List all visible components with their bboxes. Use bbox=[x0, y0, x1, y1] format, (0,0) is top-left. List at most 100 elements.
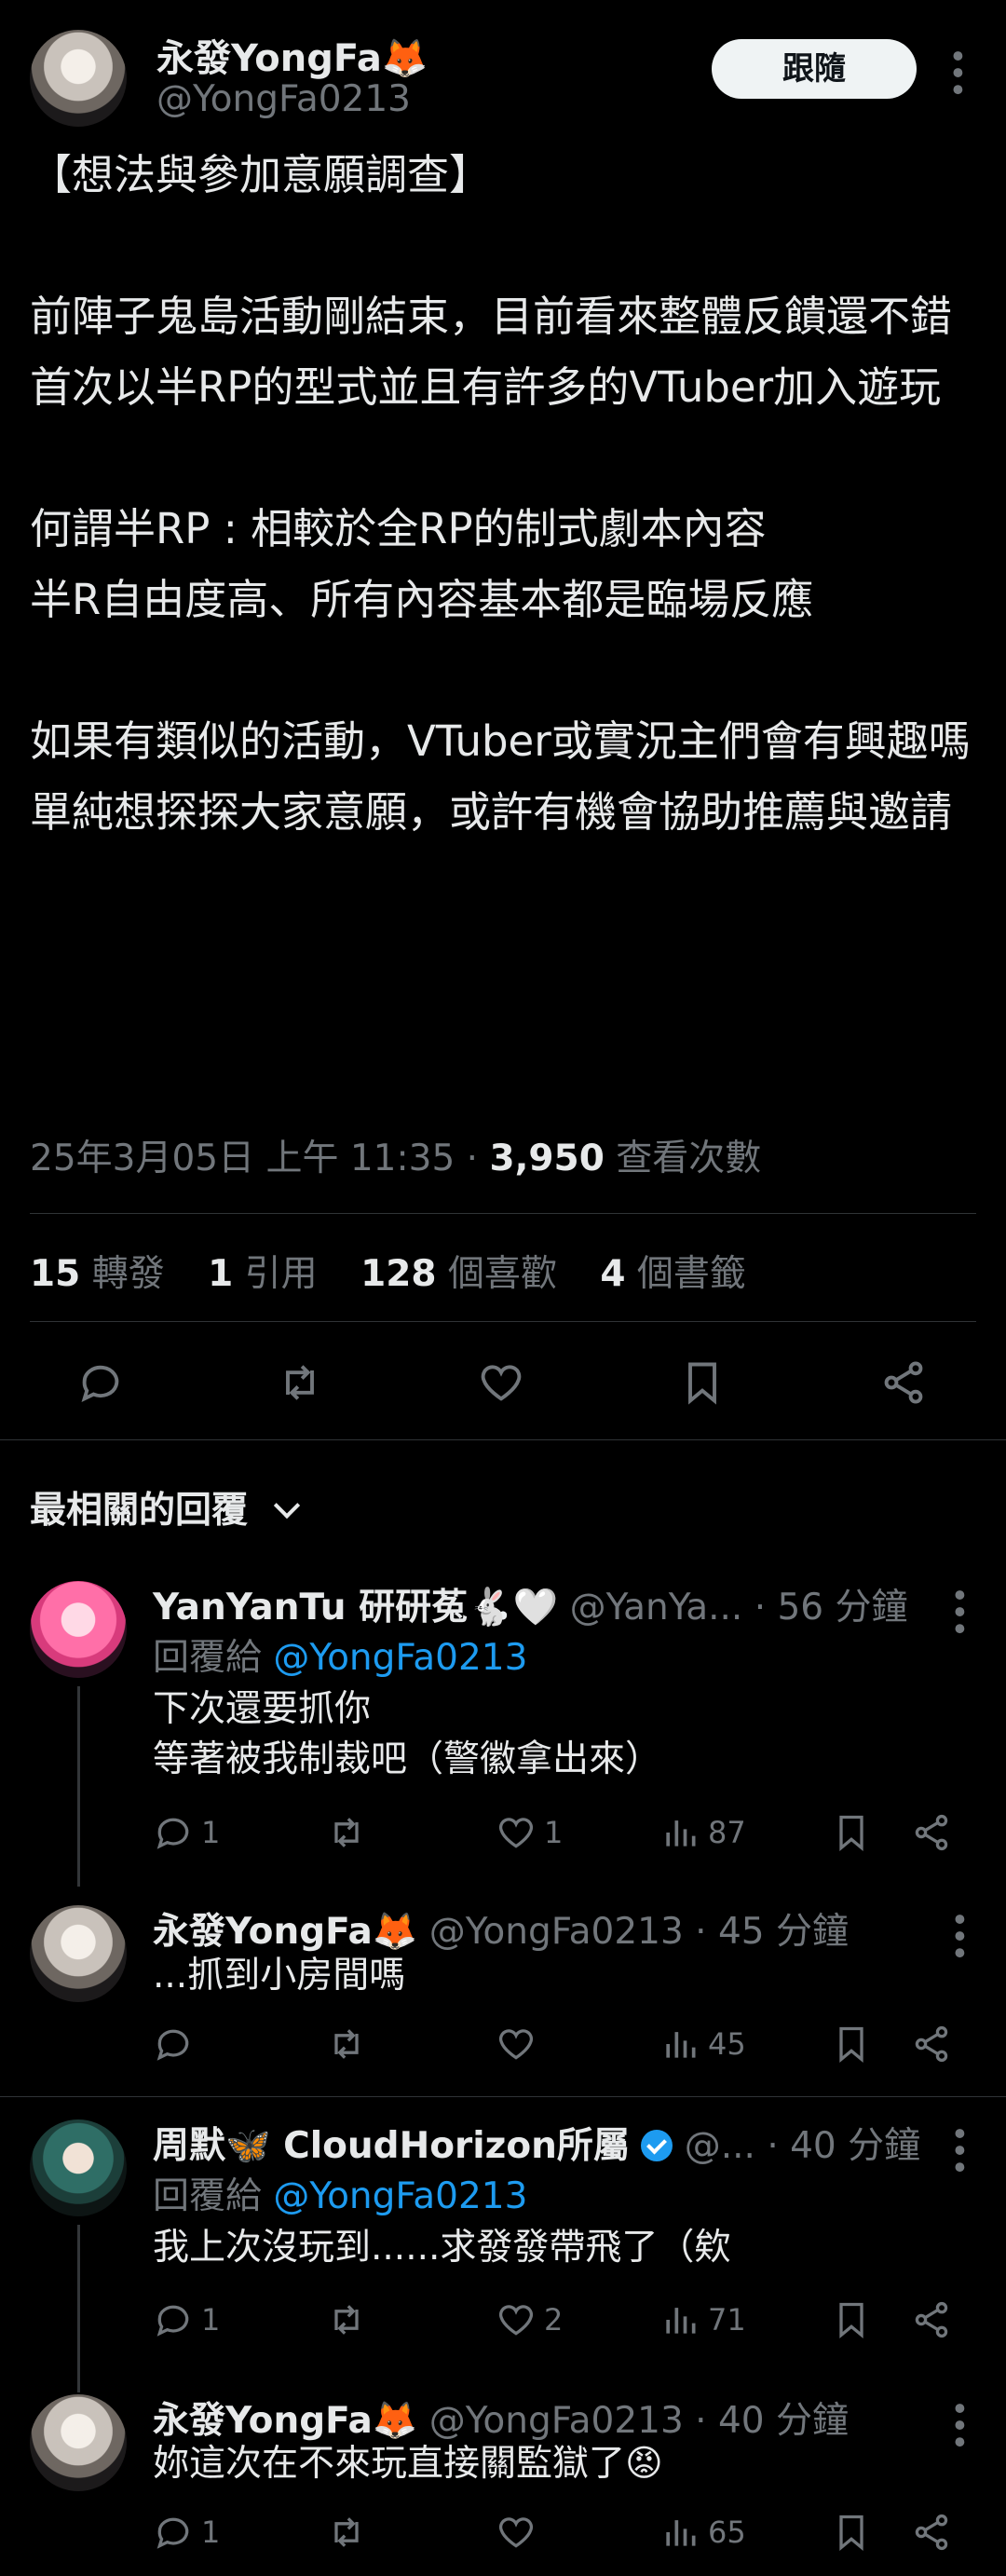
reply-count: 1 bbox=[201, 2515, 221, 2550]
reply-author-handle[interactable]: @YongFa0213 bbox=[429, 2400, 684, 2442]
bookmarks-stat[interactable]: 4 個書籤 bbox=[600, 1253, 746, 1295]
post-body: 【想法與參加意願調查】 前陣子鬼島活動剛結束，目前看來整體反饋還不錯 首次以半R… bbox=[30, 150, 971, 837]
share-button[interactable] bbox=[911, 2299, 952, 2340]
reply-icon bbox=[156, 2029, 189, 2061]
views-icon bbox=[666, 2308, 696, 2334]
retweets-count: 15 bbox=[30, 1253, 81, 1295]
view-count: 65 bbox=[708, 2515, 746, 2550]
thread-line bbox=[77, 2225, 80, 2392]
more-options-icon[interactable]: ••• bbox=[940, 1910, 977, 1960]
like-button[interactable]: 1 bbox=[496, 1812, 563, 1853]
chevron-down-icon bbox=[273, 1492, 300, 1520]
reply-to-handle[interactable]: @YongFa0213 bbox=[273, 1637, 527, 1679]
reply-author-name[interactable]: 永發YongFa🦊 bbox=[153, 1911, 417, 1953]
reply-author-handle[interactable]: @... bbox=[685, 2125, 755, 2167]
reply-header: 永發YongFa🦊 @YongFa0213 · 40 分鐘 bbox=[153, 2392, 849, 2444]
thread-line bbox=[77, 1686, 80, 1887]
reply-button[interactable]: 1 bbox=[153, 1812, 220, 1853]
like-button[interactable] bbox=[477, 1358, 525, 1407]
heart-icon bbox=[481, 1365, 522, 1401]
share-button[interactable] bbox=[879, 1358, 928, 1407]
reply-author-handle[interactable]: @YongFa0213 bbox=[429, 1911, 684, 1953]
reply-time[interactable]: · 56 分鐘 bbox=[754, 1587, 908, 1629]
more-options-icon[interactable]: ••• bbox=[940, 2399, 977, 2449]
more-options-icon[interactable]: ••• bbox=[938, 47, 975, 97]
reply-header: YanYanTu 研研菟🐇🤍 @YanYa... · 56 分鐘 bbox=[153, 1578, 908, 1630]
retweet-icon bbox=[334, 2517, 359, 2547]
reply-button[interactable]: 1 bbox=[153, 2512, 220, 2553]
bookmark-icon bbox=[688, 1362, 716, 1405]
reply-time[interactable]: · 45 分鐘 bbox=[695, 1911, 849, 1953]
share-icon bbox=[915, 2025, 948, 2063]
heart-icon bbox=[498, 2029, 534, 2060]
reply-author-name[interactable]: YanYanTu 研研菟🐇🤍 bbox=[153, 1587, 558, 1629]
views-icon bbox=[666, 2032, 696, 2058]
bookmarks-count: 4 bbox=[600, 1253, 626, 1295]
views-button[interactable]: 65 bbox=[659, 2512, 746, 2553]
reply-button[interactable] bbox=[76, 1358, 125, 1407]
reply-avatar[interactable] bbox=[30, 1581, 127, 1678]
quotes-count: 1 bbox=[208, 1253, 234, 1295]
reply-to-label: 回覆給 bbox=[153, 2175, 263, 2217]
bookmark-button[interactable] bbox=[831, 1812, 872, 1853]
reply-to-handle[interactable]: @YongFa0213 bbox=[273, 2175, 527, 2217]
bookmark-icon bbox=[839, 2302, 863, 2339]
like-button[interactable] bbox=[496, 2024, 544, 2065]
reply-author-handle[interactable]: @YanYa... bbox=[570, 1587, 743, 1629]
retweet-button[interactable] bbox=[326, 2024, 374, 2065]
more-options-icon[interactable]: ••• bbox=[940, 1586, 977, 1636]
share-button[interactable] bbox=[911, 2512, 952, 2553]
follow-button[interactable]: 跟隨 bbox=[712, 39, 917, 99]
view-count: 71 bbox=[708, 2302, 746, 2337]
bookmark-icon bbox=[839, 2026, 863, 2064]
views-button[interactable]: 71 bbox=[659, 2299, 746, 2340]
reply-text: 妳這次在不來玩直接關監獄了😡 bbox=[153, 2443, 663, 2485]
like-button[interactable] bbox=[496, 2512, 544, 2553]
retweet-button[interactable] bbox=[326, 1812, 374, 1853]
share-button[interactable] bbox=[911, 1812, 952, 1853]
divider bbox=[30, 1213, 976, 1214]
reply-avatar[interactable] bbox=[30, 2119, 127, 2216]
author-name[interactable]: 永發YongFa🦊 bbox=[156, 28, 428, 82]
retweet-button[interactable] bbox=[326, 2512, 374, 2553]
post-timestamp[interactable]: 25年3月05日 上午 11:35 bbox=[30, 1138, 455, 1179]
retweet-button[interactable] bbox=[276, 1358, 324, 1407]
bookmark-button[interactable] bbox=[831, 2024, 872, 2065]
divider bbox=[30, 1321, 976, 1322]
heart-icon bbox=[498, 2305, 534, 2336]
reply-icon bbox=[81, 1365, 119, 1403]
reply-time[interactable]: · 40 分鐘 bbox=[767, 2125, 920, 2167]
views-button[interactable]: 87 bbox=[659, 1812, 746, 1853]
bookmark-button[interactable] bbox=[831, 2512, 872, 2553]
reply-avatar[interactable] bbox=[30, 2394, 127, 2491]
bookmark-button[interactable] bbox=[678, 1358, 727, 1407]
views-button[interactable]: 45 bbox=[659, 2024, 746, 2065]
share-icon bbox=[884, 1361, 923, 1404]
reply-sort-dropdown[interactable]: 最相關的回覆 bbox=[30, 1481, 300, 1533]
author-avatar[interactable] bbox=[30, 30, 127, 127]
reply-sort-label: 最相關的回覆 bbox=[30, 1490, 249, 1532]
reply-button[interactable] bbox=[153, 2024, 201, 2065]
reply-button[interactable]: 1 bbox=[153, 2299, 220, 2340]
post-stats: 15 轉發 1 引用 128 個喜歡 4 個書籤 bbox=[30, 1245, 778, 1297]
retweet-icon bbox=[334, 2029, 359, 2059]
quotes-stat[interactable]: 1 引用 bbox=[208, 1253, 318, 1295]
reply-author-name[interactable]: 周默🦋 CloudHorizon所屬 bbox=[153, 2125, 630, 2167]
author-handle[interactable]: @YongFa0213 bbox=[156, 78, 411, 120]
bookmark-button[interactable] bbox=[831, 2299, 872, 2340]
share-button[interactable] bbox=[911, 2024, 952, 2065]
likes-stat[interactable]: 128 個喜歡 bbox=[360, 1253, 557, 1295]
reply-avatar[interactable] bbox=[30, 1905, 127, 2002]
post-meta: 25年3月05日 上午 11:35 · 3,950 查看次數 bbox=[30, 1138, 762, 1179]
retweets-stat[interactable]: 15 轉發 bbox=[30, 1253, 165, 1295]
reply-time[interactable]: · 40 分鐘 bbox=[695, 2400, 849, 2442]
share-icon bbox=[915, 2514, 948, 2551]
view-count: 87 bbox=[708, 1815, 746, 1850]
more-options-icon[interactable]: ••• bbox=[940, 2124, 977, 2174]
share-icon bbox=[915, 1814, 948, 1851]
like-button[interactable]: 2 bbox=[496, 2299, 563, 2340]
reply-header: 周默🦋 CloudHorizon所屬 @... · 40 分鐘 bbox=[153, 2117, 920, 2169]
reply-author-name[interactable]: 永發YongFa🦊 bbox=[153, 2400, 417, 2442]
retweet-button[interactable] bbox=[326, 2299, 374, 2340]
retweets-label: 轉發 bbox=[91, 1253, 165, 1295]
